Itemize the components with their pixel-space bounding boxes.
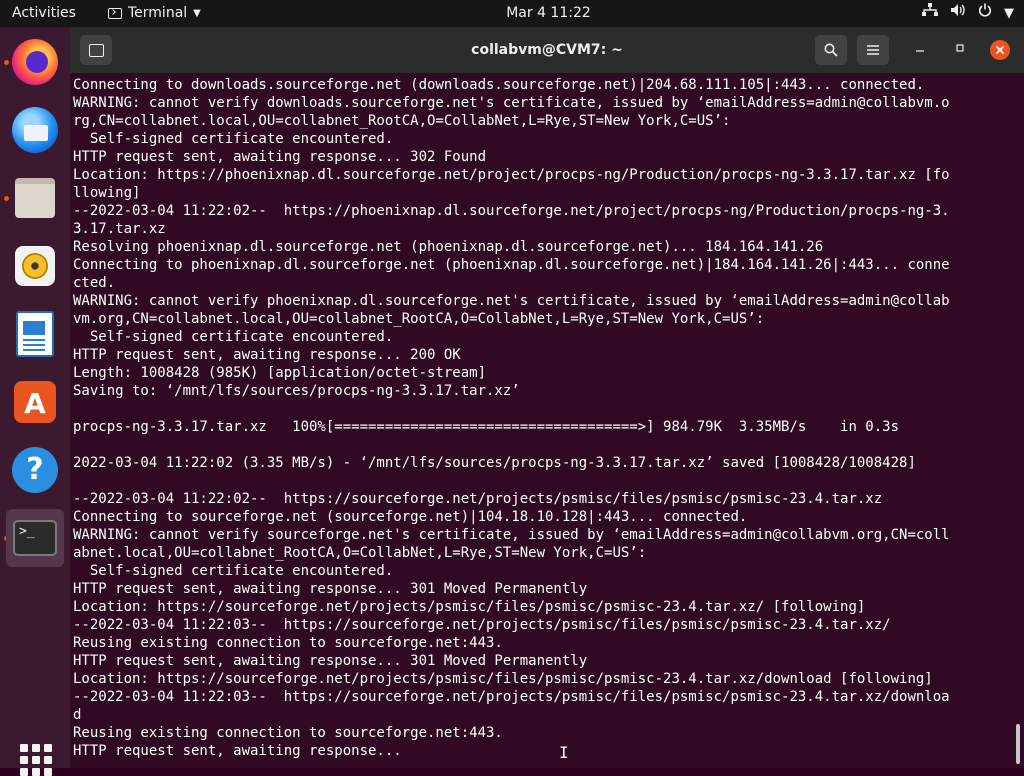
terminal-line: procps-ng-3.3.17.tar.xz 100%[===========…	[73, 419, 900, 435]
scrollbar[interactable]	[1016, 724, 1020, 764]
terminal-line: d	[73, 707, 82, 723]
terminal-line: abnet.local,OU=collabnet_RootCA,O=Collab…	[73, 545, 647, 561]
terminal-line: 2022-03-04 11:22:02 (3.35 MB/s) - ‘/mnt/…	[73, 455, 916, 471]
terminal-line: Length: 1008428 (985K) [application/octe…	[73, 365, 487, 381]
terminal-line: WARNING: cannot verify downloads.sourcef…	[73, 95, 950, 111]
dock-files[interactable]	[6, 169, 64, 227]
terminal-line: rg,CN=collabnet.local,OU=collabnet_RootC…	[73, 113, 731, 129]
dock-firefox[interactable]	[6, 33, 64, 91]
close-icon	[995, 45, 1005, 55]
dock: A ? >_	[0, 27, 70, 776]
dock-rhythmbox[interactable]	[6, 237, 64, 295]
dock-terminal[interactable]: >_	[6, 509, 64, 567]
firefox-icon	[12, 39, 58, 85]
minimize-button[interactable]	[911, 41, 929, 59]
terminal-line: Self-signed certificate encountered.	[73, 329, 394, 345]
terminal-line: Connecting to sourceforge.net (sourcefor…	[73, 509, 748, 525]
terminal-line: 3.17.tar.xz	[73, 221, 166, 237]
terminal-icon: >_	[13, 520, 57, 556]
dock-help[interactable]: ?	[6, 441, 64, 499]
terminal-line: WARNING: cannot verify sourceforge.net's…	[73, 527, 950, 543]
help-icon: ?	[12, 447, 58, 493]
top-bar: Activities Terminal ▼ Mar 4 11:22 ▼	[0, 0, 1024, 27]
network-icon	[922, 0, 938, 27]
grid-dot	[44, 744, 52, 752]
terminal-line: Saving to: ‘/mnt/lfs/sources/procps-ng-3…	[73, 383, 520, 399]
terminal-line: HTTP request sent, awaiting response... …	[73, 581, 588, 597]
terminal-line: --2022-03-04 11:22:02-- https://phoenixn…	[73, 203, 950, 219]
dock-thunderbird[interactable]	[6, 101, 64, 159]
new-tab-icon	[88, 44, 104, 57]
terminal-line: llowing]	[73, 185, 141, 201]
hamburger-menu-button[interactable]	[857, 35, 889, 65]
maximize-icon	[956, 44, 964, 52]
terminal-line: cted.	[73, 275, 116, 291]
volume-icon	[950, 0, 966, 27]
software-store-icon: A	[14, 381, 56, 423]
chevron-down-icon: ▼	[1004, 6, 1014, 21]
terminal-line: vm.org,CN=collabnet.local,OU=collabnet_R…	[73, 311, 765, 327]
grid-dot	[32, 756, 40, 764]
thunderbird-icon	[12, 107, 58, 153]
terminal-line: --2022-03-04 11:22:02-- https://sourcefo…	[73, 491, 883, 507]
terminal-line: Location: https://phoenixnap.dl.sourcefo…	[73, 167, 950, 183]
close-button[interactable]	[990, 40, 1010, 60]
terminal-line: Location: https://sourceforge.net/projec…	[73, 599, 866, 615]
grid-dot	[20, 768, 28, 776]
grid-dot	[32, 768, 40, 776]
hamburger-icon	[867, 45, 879, 55]
terminal-line: --2022-03-04 11:22:03-- https://sourcefo…	[73, 689, 950, 705]
power-icon	[978, 0, 992, 27]
terminal-line: Reusing existing connection to sourcefor…	[73, 635, 503, 651]
terminal-line: Self-signed certificate encountered.	[73, 563, 394, 579]
files-icon	[15, 178, 55, 218]
terminal-line: Location: https://sourceforge.net/projec…	[73, 671, 933, 687]
rhythmbox-icon	[15, 246, 55, 286]
dock-writer[interactable]	[6, 305, 64, 363]
dock-software[interactable]: A	[6, 373, 64, 431]
new-tab-button[interactable]	[80, 35, 112, 65]
terminal-line: Connecting to downloads.sourceforge.net …	[73, 77, 925, 93]
terminal-line: HTTP request sent, awaiting response... …	[73, 653, 588, 669]
search-button[interactable]	[815, 35, 847, 65]
grid-dot	[20, 756, 28, 764]
grid-dot	[20, 744, 28, 752]
search-icon	[824, 43, 838, 57]
terminal-line: HTTP request sent, awaiting response... …	[73, 149, 487, 165]
terminal-line: HTTP request sent, awaiting response... …	[73, 347, 461, 363]
clock[interactable]: Mar 4 11:22	[0, 0, 1024, 27]
terminal-window: collabvm@CVM7: ~ Connecting to downloads…	[70, 27, 1024, 768]
terminal-line: Resolving phoenixnap.dl.sourceforge.net …	[73, 239, 824, 255]
minimize-icon	[916, 50, 924, 52]
terminal-line: WARNING: cannot verify phoenixnap.dl.sou…	[73, 293, 950, 309]
terminal-line: --2022-03-04 11:22:03-- https://sourcefo…	[73, 617, 891, 633]
grid-dot	[44, 756, 52, 764]
terminal-line: Self-signed certificate encountered.	[73, 131, 394, 147]
text-cursor-icon: I	[559, 743, 569, 762]
writer-icon	[16, 311, 54, 357]
system-menu[interactable]: ▼	[922, 0, 1014, 27]
show-applications-button[interactable]	[20, 744, 52, 776]
maximize-button[interactable]	[951, 41, 969, 59]
grid-dot	[32, 744, 40, 752]
grid-dot	[44, 768, 52, 776]
terminal-line: Reusing existing connection to sourcefor…	[73, 725, 503, 741]
header-bar[interactable]: collabvm@CVM7: ~	[70, 27, 1024, 73]
terminal-line: Connecting to phoenixnap.dl.sourceforge.…	[73, 257, 950, 273]
terminal-output[interactable]: Connecting to downloads.sourceforge.net …	[73, 76, 1013, 766]
terminal-line: HTTP request sent, awaiting response...	[73, 743, 402, 759]
